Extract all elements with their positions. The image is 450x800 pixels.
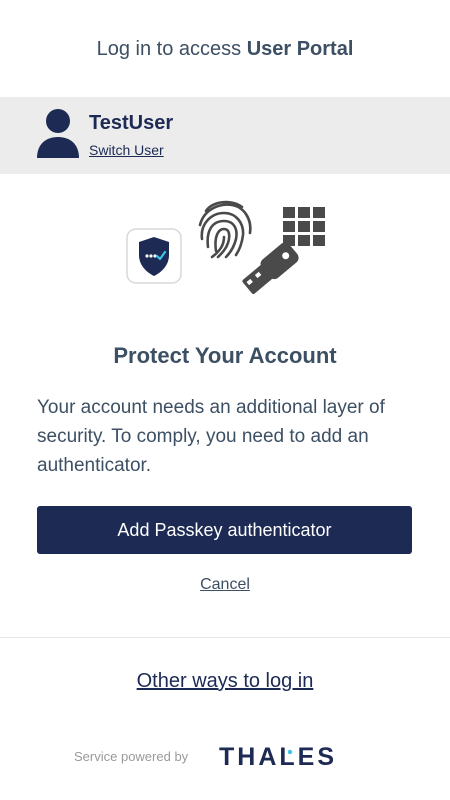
- user-name: TestUser: [89, 112, 174, 134]
- shield-app-icon: [126, 228, 182, 284]
- user-avatar-icon: [37, 109, 79, 158]
- keypad-icon: [283, 207, 325, 246]
- section-divider: [0, 637, 450, 638]
- usb-key-icon: [242, 242, 299, 294]
- description-text: Your account needs an additional layer o…: [37, 397, 385, 476]
- thales-logo-text: THALES: [219, 743, 337, 770]
- powered-by-text: Service powered by: [74, 749, 189, 764]
- cancel-link-row: Cancel: [0, 576, 450, 594]
- header-prefix: Log in to access: [96, 38, 247, 60]
- page-title: Protect Your Account: [113, 343, 337, 368]
- cancel-link[interactable]: Cancel: [200, 576, 250, 593]
- page-header: Log in to access User Portal: [0, 38, 450, 61]
- fingerprint-icon: [198, 200, 252, 259]
- portal-name: User Portal: [246, 38, 354, 60]
- thales-logo: THALES: [219, 743, 337, 770]
- user-bar: TestUser Switch User: [0, 97, 450, 174]
- other-ways-link[interactable]: Other ways to log in: [137, 670, 314, 692]
- switch-user-link[interactable]: Switch User: [89, 142, 164, 158]
- add-passkey-button[interactable]: Add Passkey authenticator: [37, 506, 412, 554]
- footer: Service powered by THALES: [74, 740, 394, 772]
- authenticator-illustration: [126, 200, 325, 294]
- other-ways-row: Other ways to log in: [0, 670, 450, 693]
